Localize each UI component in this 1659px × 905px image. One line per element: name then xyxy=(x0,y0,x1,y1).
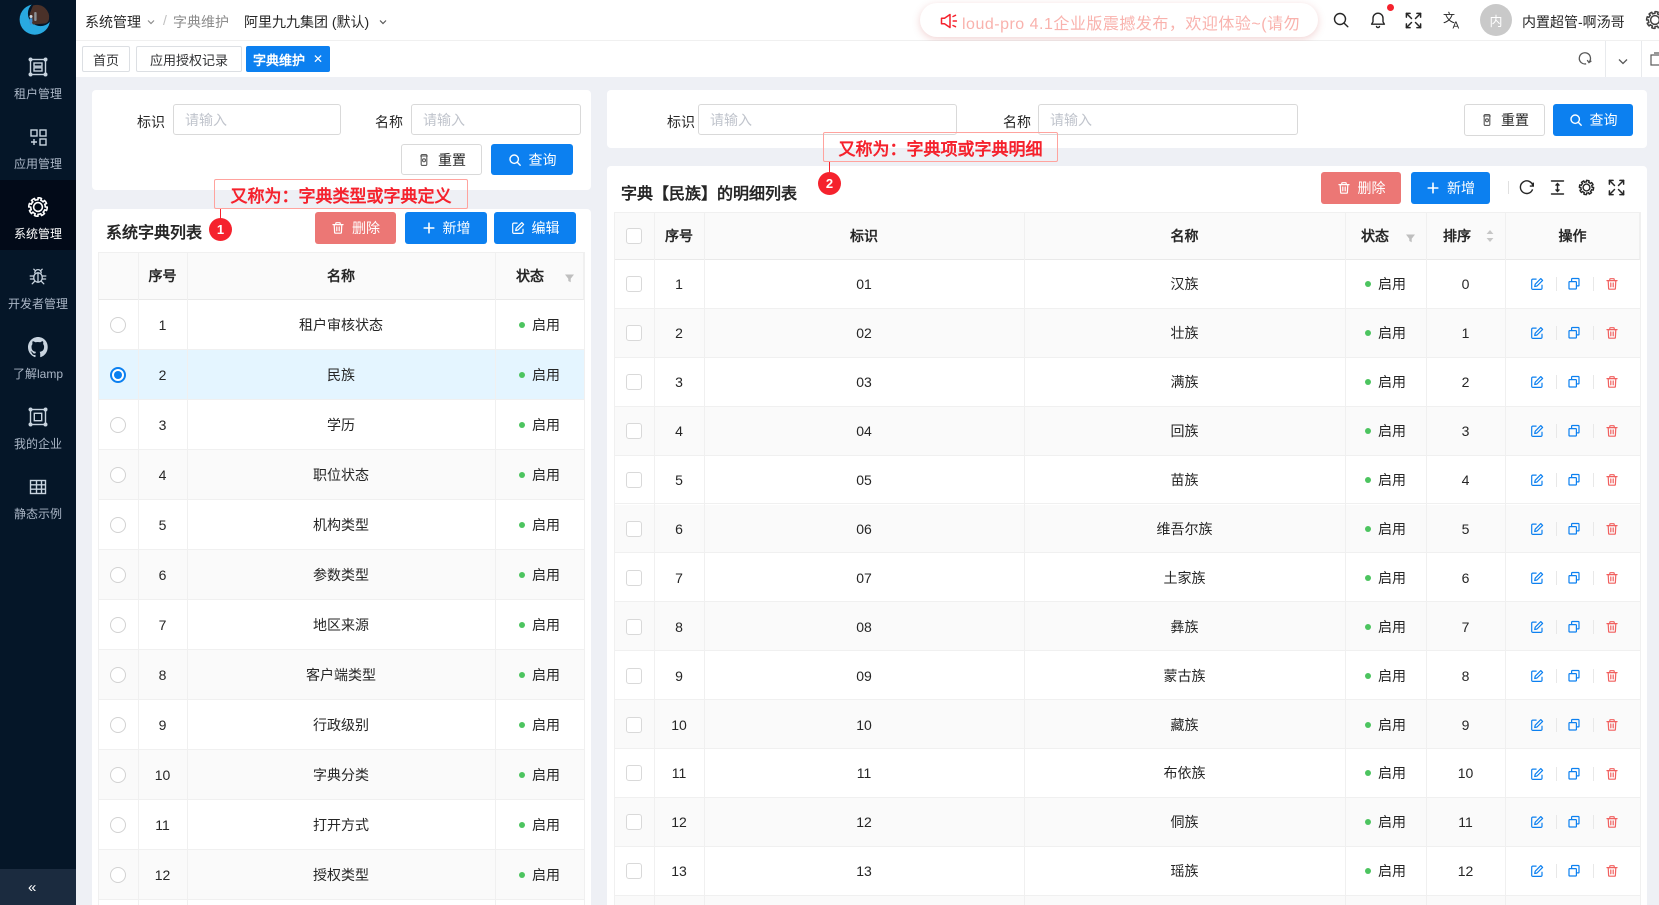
svg-text:A: A xyxy=(1453,21,1460,30)
